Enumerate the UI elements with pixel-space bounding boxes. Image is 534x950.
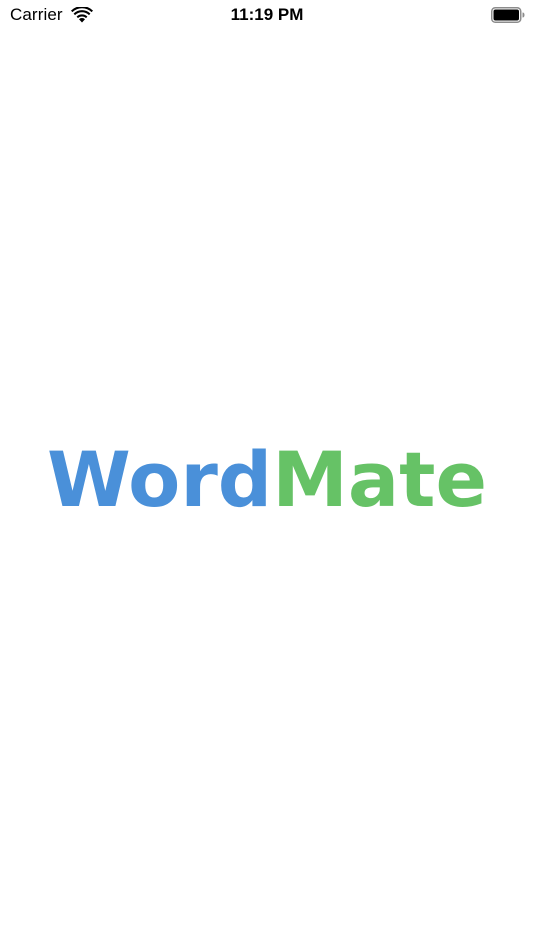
logo-mate-part: Mate <box>272 435 487 524</box>
wordmate-logo: WordMate <box>47 435 487 524</box>
splash-screen: WordMate <box>0 0 534 950</box>
logo-text: WordMate <box>47 435 487 524</box>
logo-word-part: Word <box>47 435 272 524</box>
